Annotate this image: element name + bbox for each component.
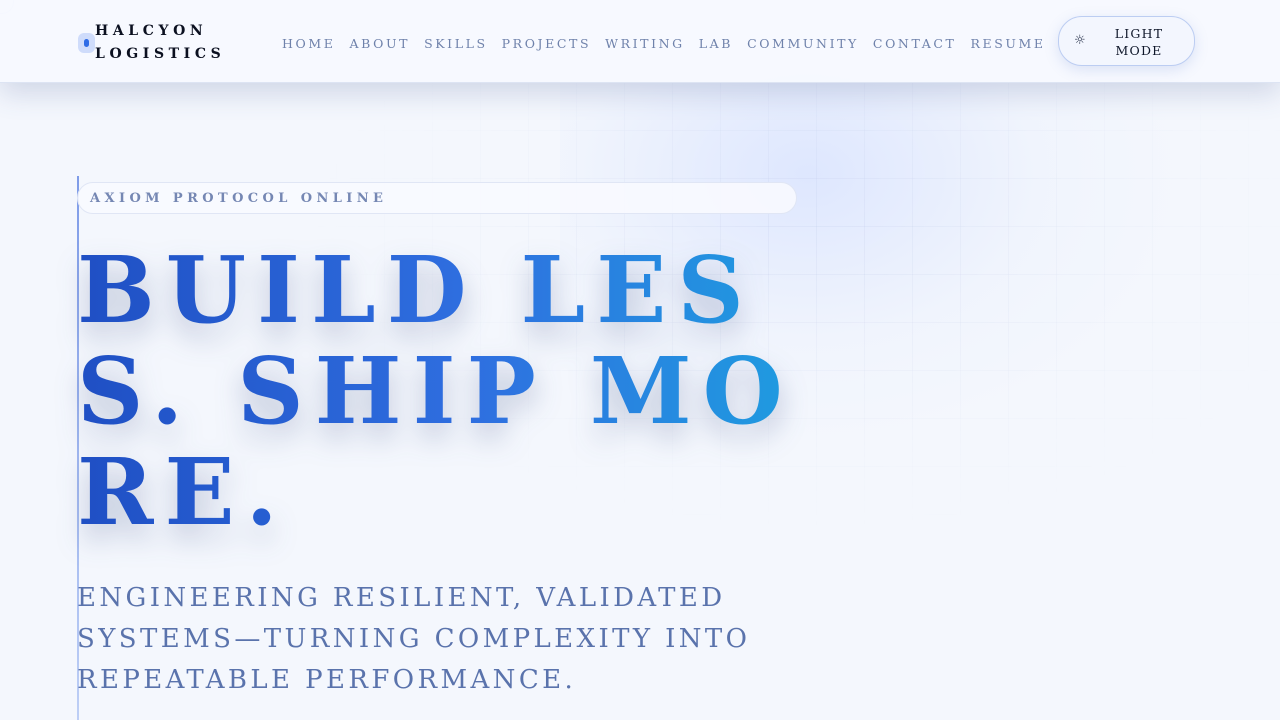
nav-item-skills[interactable]: SKILLS	[424, 36, 488, 51]
hero-subhead: ENGINEERING RESILIENT, VALIDATED SYSTEMS…	[77, 583, 751, 695]
nav-item-about[interactable]: ABOUT	[349, 36, 410, 51]
light-mode-toggle[interactable]: ☼ LIGHT MODE	[1058, 16, 1195, 66]
brand-name: HALCYON LOGISTICS	[95, 23, 226, 62]
site-header: HALCYON LOGISTICS HOME ABOUT SKILLS PROJ…	[0, 0, 1280, 83]
nav-item-writing[interactable]: WRITING	[605, 36, 685, 51]
nav-item-lab[interactable]: LAB	[699, 36, 733, 51]
brand-mark-icon	[78, 33, 95, 53]
sun-icon: ☼	[1074, 33, 1086, 48]
light-mode-label: LIGHT MODE	[1114, 26, 1164, 58]
nav-item-projects[interactable]: PROJECTS	[502, 36, 591, 51]
hero-headline: BUILD LESS. SHIP MORE.	[77, 240, 797, 543]
nav-item-home[interactable]: HOME	[282, 36, 335, 51]
status-badge-text: AXIOM PROTOCOL ONLINE	[90, 191, 388, 206]
status-badge: AXIOM PROTOCOL ONLINE	[77, 182, 797, 214]
brand-logo[interactable]: HALCYON LOGISTICS	[78, 20, 235, 66]
nav-item-community[interactable]: COMMUNITY	[747, 36, 859, 51]
main-nav: HOME ABOUT SKILLS PROJECTS WRITING LAB C…	[282, 36, 1060, 51]
nav-item-resume[interactable]: RESUME	[970, 36, 1045, 51]
nav-item-contact[interactable]: CONTACT	[873, 36, 957, 51]
